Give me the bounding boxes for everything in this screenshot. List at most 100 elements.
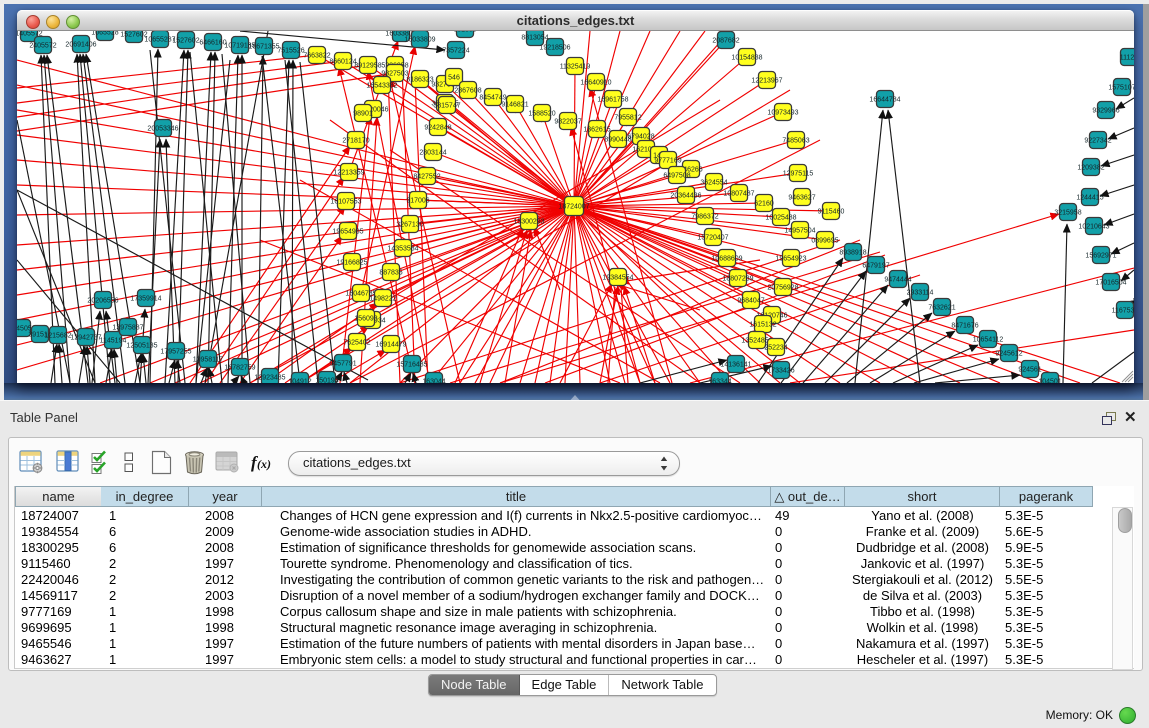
svg-text:16671355: 16671355	[248, 43, 279, 50]
svg-text:20756928: 20756928	[767, 284, 798, 291]
svg-text:11325419: 11325419	[560, 63, 591, 70]
svg-text:20206556: 20206556	[87, 297, 118, 304]
svg-text:16543382: 16543382	[366, 82, 397, 89]
svg-text:14957504: 14957504	[784, 227, 815, 234]
svg-text:12923485: 12923485	[254, 374, 285, 381]
svg-text:887835: 887835	[379, 269, 402, 276]
svg-text:2803144: 2803144	[419, 149, 446, 156]
svg-text:1145194: 1145194	[100, 337, 127, 344]
svg-text:15692971: 15692971	[1085, 252, 1116, 259]
svg-text:9684047: 9684047	[737, 297, 764, 304]
svg-text:16782759: 16782759	[224, 364, 255, 371]
svg-text:3624554: 3624554	[700, 179, 727, 186]
svg-text:7357224: 7357224	[442, 47, 469, 54]
svg-text:6466160: 6466160	[199, 39, 226, 46]
svg-text:881305: 881305	[453, 31, 476, 33]
svg-text:7625402: 7625402	[343, 339, 370, 346]
svg-text:15716485: 15716485	[396, 361, 427, 368]
svg-text:0899695: 0899695	[811, 237, 838, 244]
svg-text:16640910: 16640910	[580, 79, 611, 86]
svg-text:12975115: 12975115	[783, 170, 814, 177]
svg-text:15720407: 15720407	[697, 234, 728, 241]
svg-text:1215682: 1215682	[44, 332, 71, 339]
svg-text:8813054: 8813054	[521, 34, 548, 41]
svg-text:7955812: 7955812	[614, 114, 641, 121]
svg-text:11124: 11124	[1120, 54, 1134, 61]
svg-text:17957255: 17957255	[160, 348, 191, 355]
svg-text:16961758: 16961758	[597, 96, 628, 103]
svg-text:2718170: 2718170	[342, 137, 369, 144]
svg-text:8660124: 8660124	[329, 58, 356, 65]
svg-text:3215958: 3215958	[1054, 209, 1081, 216]
svg-text:12942737: 12942737	[70, 334, 101, 341]
svg-text:6794028: 6794028	[627, 133, 654, 140]
svg-text:8471676: 8471676	[951, 322, 978, 329]
svg-text:6479197: 6479197	[862, 262, 889, 269]
svg-text:9329966: 9329966	[1092, 107, 1119, 114]
svg-text:7485063: 7485063	[782, 137, 809, 144]
svg-text:19218506: 19218506	[539, 44, 570, 51]
svg-text:20691406: 20691406	[65, 41, 96, 48]
svg-text:98901: 98901	[353, 110, 373, 117]
svg-text:1065528: 1065528	[91, 31, 118, 36]
svg-text:8912958: 8912958	[354, 62, 381, 69]
svg-text:1362615: 1362615	[583, 126, 610, 133]
svg-text:1498222: 1498222	[369, 295, 396, 302]
svg-text:924561: 924561	[1018, 366, 1041, 373]
svg-text:10958117: 10958117	[193, 356, 224, 363]
svg-text:19384554: 19384554	[602, 274, 633, 281]
svg-text:9115460: 9115460	[818, 208, 845, 215]
svg-text:2867608: 2867608	[454, 87, 481, 94]
svg-text:14353584: 14353584	[387, 245, 418, 252]
svg-text:104912: 104912	[288, 378, 311, 383]
svg-text:10688609: 10688609	[711, 255, 742, 262]
svg-text:16107553: 16107553	[330, 198, 361, 205]
svg-text:8454749: 8454749	[479, 94, 506, 101]
svg-text:1615132: 1615132	[749, 321, 776, 328]
svg-text:14136141: 14136141	[720, 361, 751, 368]
svg-text:9146821: 9146821	[501, 101, 528, 108]
svg-text:2933114: 2933114	[907, 289, 934, 296]
svg-text:9463627: 9463627	[788, 194, 815, 201]
svg-text:2405572: 2405572	[29, 42, 56, 49]
svg-text:252234: 252234	[764, 344, 787, 351]
svg-text:163344: 163344	[708, 378, 731, 383]
svg-text:546: 546	[448, 74, 460, 81]
svg-text:19166825: 19166825	[336, 259, 367, 266]
svg-text:18724007: 18724007	[558, 203, 589, 210]
svg-text:917006: 917006	[406, 197, 429, 204]
svg-text:10025488: 10025488	[765, 214, 796, 221]
svg-text:20053346: 20053346	[147, 125, 178, 132]
svg-text:1167534: 1167534	[1112, 307, 1134, 314]
svg-text:12213359: 12213359	[333, 169, 364, 176]
svg-text:9474444: 9474444	[884, 276, 911, 283]
svg-text:7632621: 7632621	[928, 304, 955, 311]
svg-text:8186323: 8186323	[406, 76, 433, 83]
svg-text:62160: 62160	[754, 200, 774, 207]
svg-text:10973493: 10973493	[767, 109, 798, 116]
svg-text:8938918: 8938918	[839, 249, 866, 256]
svg-text:8427552: 8427552	[413, 173, 440, 180]
svg-text:17016504: 17016504	[1095, 279, 1126, 286]
svg-text:1209382: 1209382	[1077, 164, 1104, 171]
svg-text:3815747: 3815747	[433, 102, 460, 109]
svg-text:16914479: 16914479	[375, 341, 406, 348]
svg-text:150193: 150193	[315, 377, 338, 383]
svg-text:1588520: 1588520	[528, 110, 555, 117]
svg-text:7515526: 7515526	[277, 47, 304, 54]
svg-text:2087682: 2087682	[712, 37, 739, 44]
svg-text:1244415: 1244415	[1076, 194, 1103, 201]
svg-text:18807289: 18807289	[722, 275, 753, 282]
svg-text:9227342: 9227342	[1084, 137, 1111, 144]
svg-text:17359914: 17359914	[130, 295, 161, 302]
svg-text:15300293: 15300293	[513, 218, 544, 225]
svg-text:12213967: 12213967	[751, 77, 782, 84]
svg-text:9457791: 9457791	[329, 360, 356, 367]
svg-text:3267130: 3267130	[396, 221, 423, 228]
svg-text:16644784: 16644784	[869, 96, 900, 103]
svg-text:7663822: 7663822	[303, 52, 330, 59]
svg-text:16033809: 16033809	[404, 36, 435, 43]
svg-text:7986372: 7986372	[691, 213, 718, 220]
svg-text:156093: 156093	[354, 315, 377, 322]
svg-text:9245612: 9245612	[995, 350, 1022, 357]
